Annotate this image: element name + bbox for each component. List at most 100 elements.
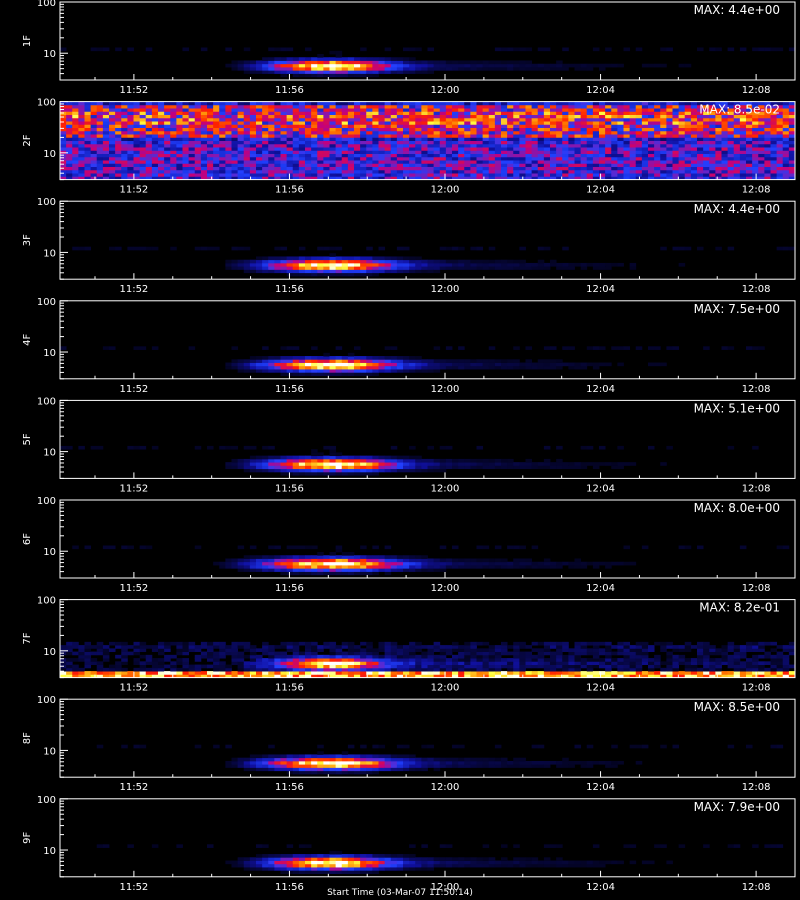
- intensity-cell: [347, 150, 355, 154]
- intensity-cell: [329, 140, 337, 145]
- intensity-cell: [764, 173, 771, 177]
- intensity-cell: [194, 124, 202, 128]
- intensity-cell: [464, 137, 471, 141]
- intensity-cell: [476, 445, 484, 450]
- intensity-cell: [133, 169, 141, 174]
- intensity-cell: [421, 169, 428, 174]
- intensity-cell: [262, 111, 269, 115]
- intensity-cell: [60, 150, 67, 154]
- intensity-cell: [109, 648, 116, 652]
- intensity-cell: [335, 117, 343, 122]
- intensity-cell: [262, 147, 269, 151]
- intensity-cell: [519, 137, 526, 141]
- intensity-cell: [556, 359, 563, 363]
- intensity-cell: [537, 156, 545, 161]
- intensity-cell: [268, 70, 275, 74]
- intensity-cell: [788, 166, 796, 171]
- intensity-cell: [274, 256, 281, 261]
- intensity-cell: [182, 160, 190, 164]
- intensity-cell: [415, 104, 422, 109]
- intensity-cell: [305, 70, 312, 74]
- intensity-cell: [452, 153, 459, 158]
- intensity-cell: [360, 121, 367, 125]
- intensity-cell: [170, 108, 177, 112]
- intensity-cell: [298, 111, 306, 115]
- intensity-cell: [231, 362, 239, 367]
- intensity-cell: [249, 362, 257, 367]
- intensity-cell: [335, 452, 343, 457]
- intensity-cell: [298, 356, 306, 360]
- intensity-cell: [556, 266, 563, 270]
- intensity-cell: [433, 468, 441, 473]
- intensity-cell: [225, 266, 232, 270]
- intensity-cell: [568, 150, 575, 154]
- intensity-cell: [78, 671, 85, 675]
- intensity-cell: [286, 465, 294, 470]
- intensity-cell: [341, 104, 349, 109]
- intensity-cell: [788, 130, 796, 135]
- intensity-cell: [709, 134, 716, 138]
- intensity-cell: [660, 163, 667, 167]
- intensity-cell: [782, 160, 790, 164]
- intensity-cell: [672, 246, 680, 251]
- intensity-cell: [323, 561, 330, 566]
- intensity-cell: [170, 246, 177, 251]
- intensity-cell: [72, 127, 79, 132]
- intensity-cell: [752, 130, 759, 135]
- intensity-cell: [782, 108, 790, 112]
- intensity-cell: [445, 166, 453, 171]
- intensity-cell: [225, 127, 232, 132]
- intensity-cell: [654, 150, 661, 154]
- intensity-cell: [537, 565, 545, 569]
- intensity-cell: [102, 108, 110, 112]
- intensity-cell: [78, 173, 85, 177]
- intensity-cell: [623, 134, 631, 138]
- intensity-cell: [176, 134, 183, 138]
- intensity-cell: [200, 671, 208, 675]
- intensity-cell: [476, 134, 484, 138]
- intensity-cell: [243, 667, 251, 672]
- intensity-cell: [519, 150, 526, 154]
- intensity-cell: [703, 166, 710, 171]
- intensity-cell: [464, 169, 471, 174]
- intensity-cell: [66, 658, 73, 662]
- intensity-cell: [586, 127, 594, 132]
- intensity-cell: [286, 130, 294, 135]
- intensity-cell: [176, 153, 183, 158]
- intensity-cell: [605, 121, 612, 125]
- intensity-cell: [592, 143, 600, 148]
- intensity-cell: [562, 362, 569, 367]
- intensity-cell: [213, 641, 220, 646]
- intensity-cell: [586, 163, 594, 167]
- intensity-cell: [396, 127, 404, 132]
- intensity-cell: [648, 114, 655, 119]
- intensity-cell: [715, 160, 722, 164]
- intensity-cell: [280, 362, 288, 367]
- intensity-cell: [200, 143, 208, 148]
- intensity-cell: [427, 127, 435, 132]
- intensity-cell: [256, 169, 263, 174]
- intensity-cell: [96, 648, 104, 652]
- intensity-cell: [219, 124, 226, 128]
- intensity-cell: [623, 111, 631, 115]
- y-tick-label: 10: [43, 448, 56, 459]
- intensity-cell: [439, 111, 447, 115]
- intensity-cell: [703, 150, 710, 154]
- intensity-cell: [237, 671, 245, 675]
- intensity-cell: [697, 166, 704, 171]
- intensity-cell: [562, 63, 569, 68]
- intensity-cell: [378, 111, 386, 115]
- intensity-cell: [427, 143, 435, 148]
- intensity-cell: [96, 173, 104, 177]
- intensity-cell: [311, 121, 318, 125]
- intensity-cell: [433, 369, 441, 373]
- intensity-cell: [715, 163, 722, 167]
- intensity-cell: [249, 558, 257, 563]
- intensity-cell: [182, 47, 190, 52]
- intensity-cell: [66, 127, 73, 132]
- intensity-cell: [127, 134, 134, 138]
- intensity-cell: [268, 555, 275, 559]
- intensity-cell: [127, 651, 134, 656]
- intensity-cell: [782, 246, 790, 251]
- intensity-cell: [470, 266, 477, 270]
